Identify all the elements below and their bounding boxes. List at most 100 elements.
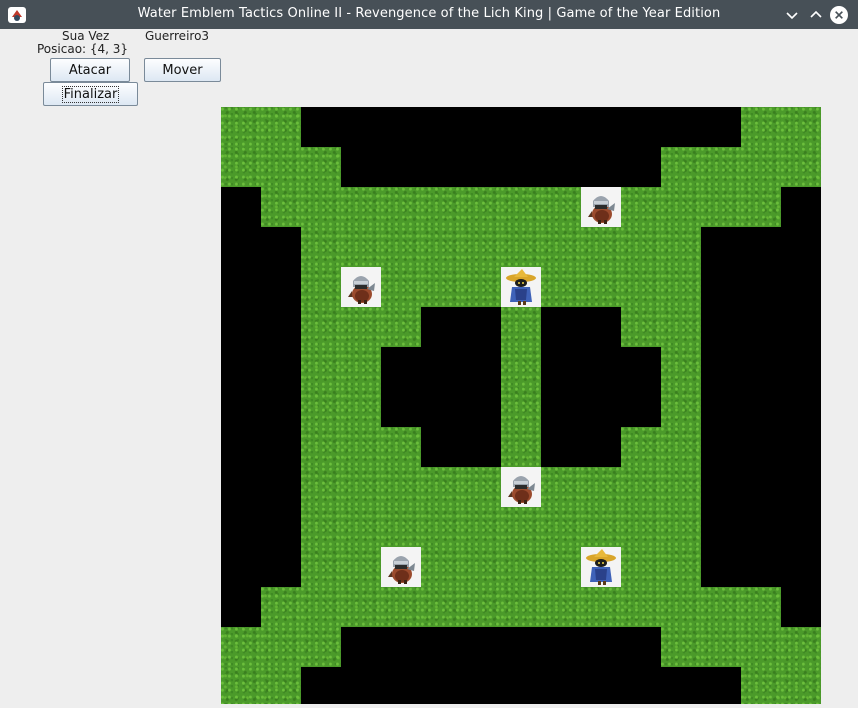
grass-tile[interactable] (221, 627, 261, 667)
battle-map[interactable] (221, 107, 821, 704)
close-icon[interactable] (830, 6, 848, 24)
grass-tile[interactable] (461, 547, 501, 587)
grass-tile[interactable] (341, 507, 381, 547)
grass-tile[interactable] (301, 587, 341, 627)
wall-tile[interactable] (421, 627, 461, 667)
wall-tile[interactable] (741, 307, 781, 347)
chevron-down-icon[interactable] (782, 5, 802, 25)
grass-tile[interactable] (701, 147, 741, 187)
wall-tile[interactable] (781, 427, 821, 467)
wall-tile[interactable] (421, 667, 461, 704)
grass-tile[interactable] (621, 307, 661, 347)
grass-tile[interactable] (261, 587, 301, 627)
wall-tile[interactable] (301, 107, 341, 147)
wall-tile[interactable] (781, 387, 821, 427)
grass-tile[interactable] (381, 587, 421, 627)
wall-tile[interactable] (261, 307, 301, 347)
grass-tile[interactable] (621, 587, 661, 627)
grass-tile[interactable] (581, 227, 621, 267)
warrior-unit-sprite[interactable] (501, 467, 541, 507)
wall-tile[interactable] (381, 667, 421, 704)
wall-tile[interactable] (461, 387, 501, 427)
move-button[interactable]: Mover (144, 58, 221, 82)
grass-tile[interactable] (301, 187, 341, 227)
grass-tile[interactable] (781, 107, 821, 147)
wall-tile[interactable] (781, 347, 821, 387)
grass-tile[interactable] (421, 467, 461, 507)
wall-tile[interactable] (501, 147, 541, 187)
wall-tile[interactable] (701, 347, 741, 387)
wall-tile[interactable] (261, 387, 301, 427)
wall-tile[interactable] (781, 547, 821, 587)
wall-tile[interactable] (581, 427, 621, 467)
grass-tile[interactable] (501, 547, 541, 587)
grass-tile[interactable] (461, 267, 501, 307)
wall-tile[interactable] (261, 547, 301, 587)
wall-tile[interactable] (541, 427, 581, 467)
wall-tile[interactable] (581, 147, 621, 187)
wall-tile[interactable] (541, 147, 581, 187)
wall-tile[interactable] (221, 387, 261, 427)
wall-tile[interactable] (221, 347, 261, 387)
grass-tile[interactable] (341, 467, 381, 507)
wall-tile[interactable] (661, 107, 701, 147)
mage-unit-sprite[interactable] (581, 547, 621, 587)
wall-tile[interactable] (421, 107, 461, 147)
wall-tile[interactable] (261, 227, 301, 267)
wall-tile[interactable] (301, 667, 341, 704)
grass-tile[interactable] (341, 547, 381, 587)
grass-tile[interactable] (341, 587, 381, 627)
grass-tile[interactable] (741, 107, 781, 147)
wall-tile[interactable] (701, 107, 741, 147)
grass-tile[interactable] (541, 587, 581, 627)
grass-tile[interactable] (501, 427, 541, 467)
wall-tile[interactable] (701, 307, 741, 347)
grass-tile[interactable] (421, 587, 461, 627)
wall-tile[interactable] (501, 107, 541, 147)
grass-tile[interactable] (581, 467, 621, 507)
wall-tile[interactable] (741, 347, 781, 387)
grass-tile[interactable] (661, 387, 701, 427)
wall-tile[interactable] (541, 387, 581, 427)
grass-tile[interactable] (781, 147, 821, 187)
grass-tile[interactable] (781, 667, 821, 704)
grass-tile[interactable] (421, 267, 461, 307)
grass-tile[interactable] (621, 467, 661, 507)
wall-tile[interactable] (461, 347, 501, 387)
grass-tile[interactable] (301, 507, 341, 547)
wall-tile[interactable] (621, 627, 661, 667)
wall-tile[interactable] (221, 267, 261, 307)
finish-turn-button[interactable]: Finalizar (43, 82, 138, 106)
wall-tile[interactable] (381, 627, 421, 667)
grass-tile[interactable] (301, 627, 341, 667)
grass-tile[interactable] (661, 467, 701, 507)
grass-tile[interactable] (621, 187, 661, 227)
wall-tile[interactable] (461, 427, 501, 467)
warrior-unit-sprite[interactable] (381, 547, 421, 587)
grass-tile[interactable] (501, 307, 541, 347)
grass-tile[interactable] (741, 667, 781, 704)
wall-tile[interactable] (581, 627, 621, 667)
grass-tile[interactable] (661, 147, 701, 187)
wall-tile[interactable] (221, 427, 261, 467)
wall-tile[interactable] (381, 147, 421, 187)
wall-tile[interactable] (701, 507, 741, 547)
grass-tile[interactable] (741, 147, 781, 187)
wall-tile[interactable] (381, 107, 421, 147)
wall-tile[interactable] (781, 587, 821, 627)
grass-tile[interactable] (541, 267, 581, 307)
grass-tile[interactable] (501, 387, 541, 427)
warrior-unit-sprite[interactable] (341, 267, 381, 307)
grass-tile[interactable] (581, 267, 621, 307)
grass-tile[interactable] (661, 547, 701, 587)
wall-tile[interactable] (701, 387, 741, 427)
grass-tile[interactable] (301, 307, 341, 347)
wall-tile[interactable] (341, 667, 381, 704)
wall-tile[interactable] (421, 147, 461, 187)
wall-tile[interactable] (501, 667, 541, 704)
grass-tile[interactable] (461, 227, 501, 267)
wall-tile[interactable] (581, 347, 621, 387)
grass-tile[interactable] (701, 187, 741, 227)
grass-tile[interactable] (421, 547, 461, 587)
grass-tile[interactable] (341, 227, 381, 267)
